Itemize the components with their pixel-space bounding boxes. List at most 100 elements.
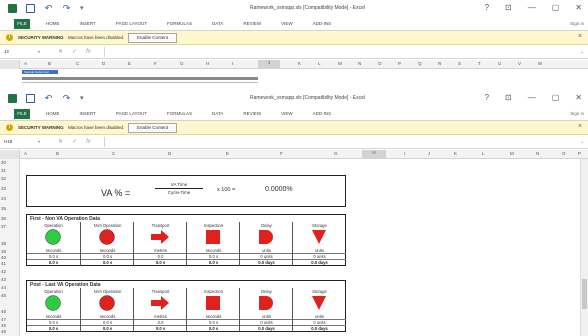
column-header[interactable]: G <box>180 61 184 66</box>
sign-in-link[interactable]: Sign in <box>570 111 584 116</box>
scrollbar-thumb[interactable] <box>582 279 587 309</box>
close-icon[interactable]: × <box>578 33 582 40</box>
column-header[interactable]: F <box>280 151 283 156</box>
column-header[interactable]: V <box>518 61 521 66</box>
close-icon[interactable]: ✕ <box>575 3 582 12</box>
column-header[interactable]: L <box>318 61 321 66</box>
column-header-selected[interactable]: H <box>362 150 386 158</box>
tab-data[interactable]: DATA <box>212 111 223 116</box>
column-header[interactable]: M <box>338 61 342 66</box>
close-icon[interactable]: ✕ <box>575 93 582 102</box>
chevron-down-icon[interactable]: ▾ <box>38 47 40 57</box>
row-header[interactable]: 34 <box>0 196 20 201</box>
row-header[interactable]: 31 <box>0 168 20 173</box>
enter-icon[interactable]: ✓ <box>72 47 77 57</box>
help-icon[interactable]: ? <box>485 3 489 12</box>
column-header[interactable]: A <box>24 151 27 156</box>
column-header[interactable]: B <box>48 61 51 66</box>
column-header[interactable]: I <box>404 151 405 156</box>
tab-add-ins[interactable]: ADD-INS <box>313 21 332 26</box>
redo-icon[interactable]: ↷ <box>62 4 71 13</box>
tab-add-ins[interactable]: ADD-INS <box>313 111 332 116</box>
close-icon[interactable]: × <box>578 123 582 130</box>
column-header[interactable]: D <box>102 61 105 66</box>
column-header[interactable]: H <box>206 61 209 66</box>
row-header[interactable]: 38 <box>0 241 20 246</box>
select-all-corner[interactable] <box>0 150 20 159</box>
select-all-corner[interactable] <box>0 60 20 69</box>
ribbon-display-icon[interactable]: ⊡ <box>505 93 512 102</box>
column-header-selected[interactable]: J <box>258 60 280 68</box>
column-header[interactable]: E <box>226 151 229 156</box>
sheet-area[interactable] <box>20 69 588 92</box>
tab-insert[interactable]: INSERT <box>80 111 96 116</box>
tab-data[interactable]: DATA <box>212 21 223 26</box>
tab-view[interactable]: VIEW <box>281 111 293 116</box>
row-header[interactable]: 47 <box>0 317 20 322</box>
column-header[interactable]: R <box>438 61 441 66</box>
formula-input[interactable] <box>104 47 576 57</box>
chevron-down-icon[interactable]: ▾ <box>38 137 40 147</box>
maximize-icon[interactable]: ▢ <box>552 93 560 102</box>
row-header[interactable]: 35 <box>0 206 20 211</box>
row-header[interactable]: 40 <box>0 255 20 260</box>
tab-page-layout[interactable]: PAGE LAYOUT <box>116 21 147 26</box>
vertical-scrollbar[interactable] <box>580 159 588 336</box>
tab-formulas[interactable]: FORMULAS <box>167 111 192 116</box>
redo-icon[interactable]: ↷ <box>62 94 71 103</box>
row-header[interactable]: 33 <box>0 186 20 191</box>
tab-view[interactable]: VIEW <box>281 21 293 26</box>
row-header[interactable]: 30 <box>0 160 20 165</box>
column-header[interactable]: U <box>498 61 501 66</box>
column-header[interactable]: I <box>232 61 233 66</box>
enable-content-button[interactable]: Enable Content <box>128 33 178 43</box>
save-icon[interactable] <box>26 4 35 13</box>
row-header[interactable]: 48 <box>0 323 20 328</box>
tab-file[interactable]: FILE <box>14 109 30 119</box>
customize-icon[interactable]: ▾ <box>80 4 89 13</box>
column-header[interactable]: O <box>562 151 566 156</box>
row-header[interactable]: 36 <box>0 216 20 221</box>
customize-icon[interactable]: ▾ <box>80 94 89 103</box>
column-header[interactable]: O <box>378 61 382 66</box>
column-header[interactable]: G <box>334 151 338 156</box>
maximize-icon[interactable]: ▢ <box>552 3 560 12</box>
name-box[interactable]: J3 <box>4 47 38 57</box>
column-header[interactable]: M <box>510 151 514 156</box>
column-header[interactable]: C <box>112 151 115 156</box>
column-header[interactable]: P <box>578 151 581 156</box>
minimize-icon[interactable]: — <box>528 3 536 12</box>
column-header[interactable]: J <box>428 151 430 156</box>
column-header[interactable]: F <box>154 61 157 66</box>
row-header[interactable]: 43 <box>0 277 20 282</box>
column-header[interactable]: D <box>168 151 171 156</box>
name-box[interactable]: H19 <box>4 137 38 147</box>
ribbon-display-icon[interactable]: ⊡ <box>505 3 512 12</box>
column-header[interactable]: Q <box>418 61 422 66</box>
tab-formulas[interactable]: FORMULAS <box>167 21 192 26</box>
row-header[interactable]: 41 <box>0 261 20 266</box>
tab-home[interactable]: HOME <box>46 21 60 26</box>
column-header[interactable]: P <box>398 61 401 66</box>
column-header[interactable]: B <box>56 151 59 156</box>
cancel-icon[interactable]: ✕ <box>58 47 63 57</box>
tab-insert[interactable]: INSERT <box>80 21 96 26</box>
tab-file[interactable]: FILE <box>14 19 30 29</box>
row-header[interactable]: 37 <box>0 224 20 229</box>
row-header[interactable]: 46 <box>0 309 20 314</box>
function-icon[interactable]: fx <box>86 47 91 57</box>
expand-icon[interactable]: ⌄ <box>580 137 584 147</box>
enable-content-button[interactable]: Enable Content <box>128 123 178 133</box>
column-header[interactable]: S <box>458 61 461 66</box>
selected-shape[interactable]: Sample button text <box>22 70 58 74</box>
expand-icon[interactable]: ⌄ <box>580 47 584 57</box>
column-header[interactable]: W <box>538 61 542 66</box>
minimize-icon[interactable]: — <box>528 93 536 102</box>
row-header[interactable]: 32 <box>0 176 20 181</box>
row-header[interactable]: 39 <box>0 249 20 254</box>
column-header[interactable]: K <box>454 151 457 156</box>
help-icon[interactable]: ? <box>485 93 489 102</box>
save-icon[interactable] <box>26 94 35 103</box>
row-header[interactable]: 42 <box>0 269 20 274</box>
undo-icon[interactable]: ↶ <box>44 4 53 13</box>
